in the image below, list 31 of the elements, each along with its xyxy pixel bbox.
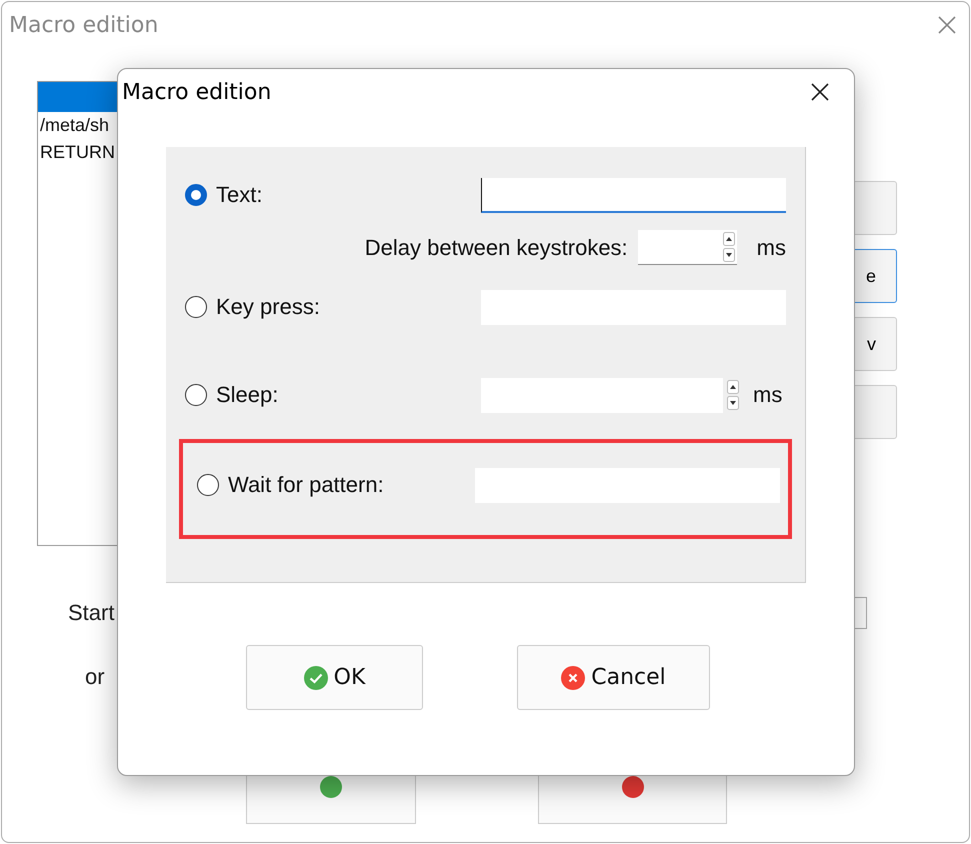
radio-button[interactable]	[185, 296, 207, 318]
option-label: Key press:	[216, 294, 320, 320]
delay-label: Delay between keystrokes:	[364, 234, 628, 260]
circle-icon	[319, 775, 343, 799]
input-field[interactable]	[481, 178, 786, 212]
radio-button[interactable]	[185, 384, 207, 406]
close-icon	[937, 15, 957, 35]
option-label: Text:	[216, 182, 262, 208]
radio-button[interactable]	[197, 474, 219, 496]
radio-option[interactable]: Key press:	[185, 294, 320, 320]
dialog-title: Macro edition	[122, 80, 272, 104]
option-label: Sleep:	[216, 382, 278, 408]
cancel-button[interactable]: Cancel	[517, 645, 710, 710]
radio-option[interactable]: Text:	[185, 182, 262, 208]
number-field[interactable]	[638, 230, 737, 265]
radio-option[interactable]: Sleep:	[185, 382, 278, 408]
check-icon	[304, 666, 328, 690]
option-label: Wait for pattern:	[228, 472, 384, 498]
spinner-arrows-icon	[727, 380, 739, 410]
circle-icon	[620, 775, 644, 799]
close-icon	[810, 82, 830, 102]
spinner-arrows-icon	[722, 232, 735, 262]
ok-button[interactable]: OK	[246, 645, 423, 710]
unit-label: ms	[753, 382, 782, 408]
start-label: Start	[68, 600, 114, 626]
cross-icon	[561, 666, 586, 690]
radio-button[interactable]	[185, 184, 207, 206]
option-label: or	[85, 664, 105, 690]
window-title: Macro edition	[9, 12, 158, 38]
unit-label: ms	[756, 234, 786, 260]
radio-option[interactable]: Wait for pattern:	[197, 472, 384, 498]
